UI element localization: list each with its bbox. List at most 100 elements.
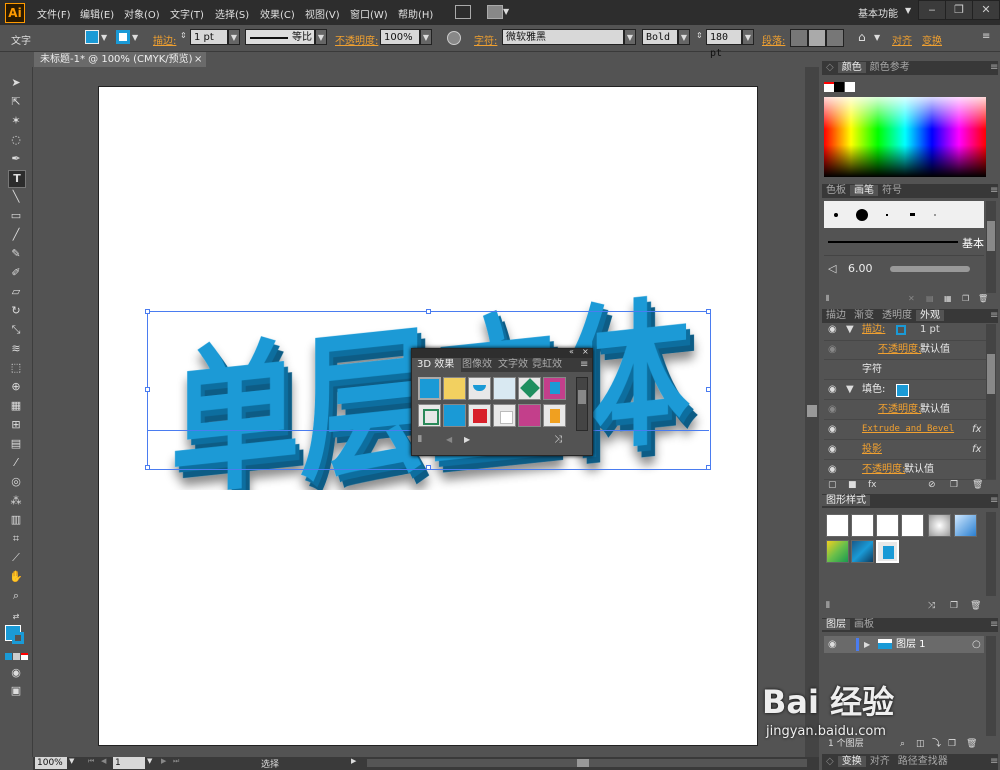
appearance-fill-opacity-label[interactable]: 不透明度: xyxy=(878,400,921,419)
menu-window[interactable]: 窗口(W) xyxy=(350,6,388,21)
bridge-icon[interactable] xyxy=(455,5,471,19)
style-thumb[interactable] xyxy=(443,404,466,427)
visibility-eye-icon[interactable]: ◉ xyxy=(828,324,837,336)
expand-arrow-icon[interactable]: ▼ xyxy=(846,380,854,399)
handle-right[interactable] xyxy=(706,387,711,392)
stroke-profile-select[interactable]: 等比 xyxy=(245,29,315,45)
float-panel-menu-icon[interactable]: ≡ xyxy=(580,358,588,372)
document-close-icon[interactable]: × xyxy=(194,52,202,67)
style-thumb[interactable] xyxy=(418,404,441,427)
hand-tool-icon[interactable]: ✋ xyxy=(8,569,24,585)
rectangle-tool-icon[interactable]: ▭ xyxy=(8,208,24,224)
free-transform-tool-icon[interactable]: ⬚ xyxy=(8,360,24,376)
stroke-color-icon[interactable] xyxy=(12,632,24,644)
graphic-styles-scrollbar[interactable] xyxy=(986,512,996,596)
mesh-tool-icon[interactable]: ⊞ xyxy=(8,417,24,433)
gradient-mode-icon[interactable] xyxy=(13,653,20,660)
arrange-documents-icon[interactable] xyxy=(487,5,503,19)
brush-dot-faint[interactable] xyxy=(934,214,936,216)
brushes-panel-menu-icon[interactable]: ≡ xyxy=(986,184,1000,198)
handle-bottom-left[interactable] xyxy=(145,465,150,470)
tab-color-guide[interactable]: 颜色参考 xyxy=(866,62,914,73)
break-link-icon[interactable]: ⤨ xyxy=(554,434,562,445)
style-swatch-nature[interactable] xyxy=(826,540,849,563)
layer-visibility-icon[interactable]: ◉ xyxy=(828,636,837,653)
menu-edit[interactable]: 编辑(E) xyxy=(80,6,114,21)
blob-brush-tool-icon[interactable]: ✐ xyxy=(8,265,24,281)
visibility-eye-icon[interactable]: ◉ xyxy=(828,400,837,419)
align-center-icon[interactable] xyxy=(808,29,826,47)
handle-bottom[interactable] xyxy=(426,465,431,470)
tab-image-effects[interactable]: 图像效 xyxy=(462,358,492,372)
color-panel-menu-icon[interactable]: ≡ xyxy=(986,61,1000,75)
brush-dot-tiny[interactable] xyxy=(886,214,888,216)
panel-collapse-icon[interactable]: ◇ xyxy=(822,756,838,767)
opacity-label[interactable]: 不透明度: xyxy=(335,32,378,47)
layer-expand-icon[interactable]: ▶ xyxy=(864,636,870,653)
brush-calligraphic[interactable] xyxy=(910,213,915,216)
new-brush-icon[interactable]: ❐ xyxy=(962,293,969,305)
workspace-switcher[interactable]: 基本功能 xyxy=(858,5,898,20)
delete-item-icon[interactable]: 🗑 xyxy=(972,479,983,491)
style-thumb[interactable] xyxy=(493,377,516,400)
chevron-down-icon[interactable]: ▼ xyxy=(503,7,509,16)
paintbrush-tool-icon[interactable]: ╱ xyxy=(8,227,24,243)
menu-view[interactable]: 视图(V) xyxy=(305,6,340,21)
font-size-dropdown[interactable]: ▼ xyxy=(742,29,754,45)
handle-top[interactable] xyxy=(426,309,431,314)
width-tool-icon[interactable]: ≋ xyxy=(8,341,24,357)
style-thumb[interactable] xyxy=(518,404,541,427)
zoom-tool-icon[interactable]: ⌕ xyxy=(8,588,24,604)
handle-top-right[interactable] xyxy=(706,309,711,314)
charcoal-brush-row[interactable]: ◁ 6.00 xyxy=(824,256,984,282)
appearance-row-stroke[interactable]: ◉ ▼ 描边: 1 pt xyxy=(824,324,996,341)
style-thumb[interactable] xyxy=(493,404,516,427)
character-label[interactable]: 字符: xyxy=(474,32,497,47)
scale-tool-icon[interactable]: ⤡ xyxy=(8,322,24,338)
tab-stroke[interactable]: 描边 xyxy=(822,310,850,321)
menu-type[interactable]: 文字(T) xyxy=(170,6,204,21)
layer-name[interactable]: 图层 1 xyxy=(896,636,926,653)
horizontal-scroll-thumb[interactable] xyxy=(577,759,589,767)
library-menu-icon[interactable]: ⫴ xyxy=(418,435,422,445)
next-artboard-icon[interactable]: ▶ xyxy=(161,757,166,765)
brush-presets-row[interactable] xyxy=(824,201,984,228)
appearance-row-fill[interactable]: ◉ ▼ 填色: xyxy=(824,380,996,400)
style-swatch-water[interactable] xyxy=(851,540,874,563)
clear-appearance-icon[interactable]: ⊘ xyxy=(928,479,936,491)
last-artboard-icon[interactable]: ⏭ xyxy=(173,757,179,766)
direct-selection-tool-icon[interactable]: ⇱ xyxy=(8,94,24,110)
fill-color-chip[interactable] xyxy=(896,384,909,397)
appearance-panel-menu-icon[interactable]: ≡ xyxy=(986,309,1000,323)
float-close-icon[interactable]: × xyxy=(582,347,589,356)
style-thumb[interactable] xyxy=(543,377,566,400)
align-left-icon[interactable] xyxy=(790,29,808,47)
brush-library-icon[interactable]: ⫴ xyxy=(826,293,829,305)
visibility-eye-icon[interactable]: ◉ xyxy=(828,460,837,479)
delete-style-icon[interactable]: 🗑 xyxy=(970,600,981,612)
delete-brush-icon[interactable]: 🗑 xyxy=(978,293,988,305)
profile-dropdown[interactable]: ▼ xyxy=(315,29,327,45)
fill-dropdown-icon[interactable]: ▼ xyxy=(101,33,107,42)
color-mode-icon[interactable] xyxy=(5,653,12,660)
artboard-number-input[interactable]: 1 xyxy=(113,757,145,769)
style-swatch-white[interactable] xyxy=(876,514,899,537)
close-window-button[interactable]: ✕ xyxy=(972,0,1000,20)
tab-appearance[interactable]: 外观 xyxy=(916,310,944,321)
style-thumb[interactable] xyxy=(468,404,491,427)
appearance-opacity-label[interactable]: 不透明度: xyxy=(878,340,921,359)
previous-library-icon[interactable]: ◀ xyxy=(446,435,452,444)
stroke-dropdown-icon[interactable]: ▼ xyxy=(132,33,138,42)
stroke-swatch[interactable] xyxy=(116,30,130,44)
brush-dot-large[interactable] xyxy=(856,209,868,221)
style-swatch-3d-selected[interactable] xyxy=(876,540,899,563)
font-family-input[interactable]: 微软雅黑 xyxy=(502,29,624,45)
opacity-dropdown[interactable]: ▼ xyxy=(420,29,432,45)
duplicate-item-icon[interactable]: ❐ xyxy=(950,479,958,491)
style-thumb[interactable] xyxy=(418,377,441,400)
add-stroke-icon[interactable]: ▢ xyxy=(828,479,837,491)
stroke-weight-input[interactable]: 1 pt xyxy=(190,29,228,45)
eraser-tool-icon[interactable]: ▱ xyxy=(8,284,24,300)
magic-wand-tool-icon[interactable]: ✶ xyxy=(8,113,24,129)
tab-text-effects[interactable]: 文字效 xyxy=(498,358,528,372)
